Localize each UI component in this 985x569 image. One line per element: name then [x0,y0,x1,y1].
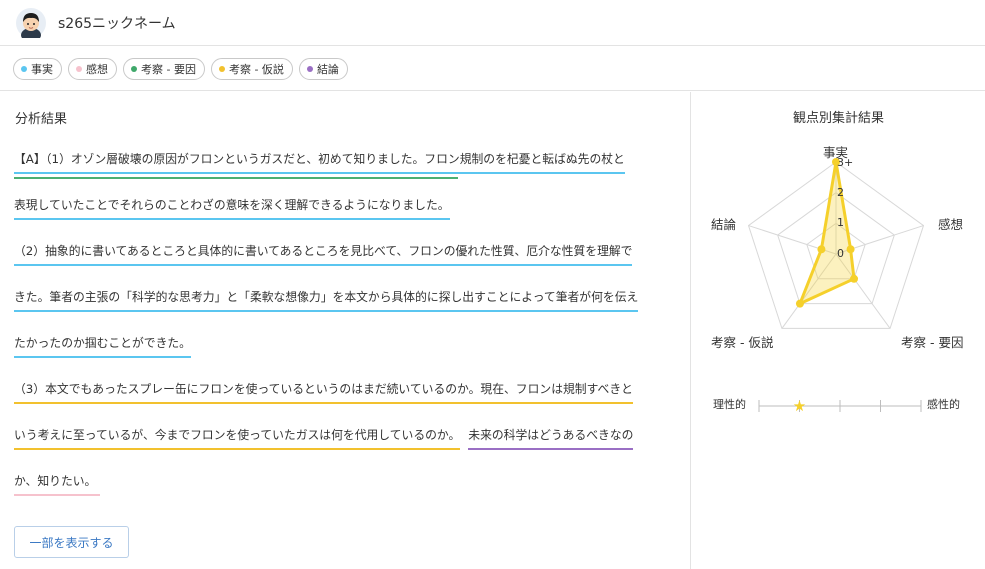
user-nickname: s265ニックネーム [58,15,176,32]
tag-label: 感想 [86,62,108,76]
radar-panel: 観点別集計結果 事実 感想 考察 - 要因 考察 - 仮説 結論 0 1 2 3… [690,92,985,569]
header: s265ニックネーム [0,0,985,46]
text-line: （3）本文でもあったスプレー缶にフロンを使っているというのはまだ続いているのか。… [14,382,633,404]
user-avatar-icon [16,7,46,42]
text-line: いう考えに至っているが、今までフロンを使っていたガスは何を代用しているのか。 未来… [14,428,634,450]
analysis-panel: 分析結果 【A】（1）オゾン層破壊の原因がフロンというガスだと、初めて知りました… [0,92,690,569]
tag-label: 事実 [31,62,53,76]
show-partial-button[interactable]: 一部を表示する [14,526,129,558]
tag-impression[interactable]: 感想 [68,57,117,80]
text-line: 表現していたことでそれらのことわざの意味を深く理解できるようになりました。 [14,198,450,220]
tag-consideration-hypothesis[interactable]: 考察 - 仮説 [210,57,293,80]
tag-fact[interactable]: 事実 [13,57,62,80]
hypothesis-segment: いう考えに至っているが、今までフロンを使っていたガスは何を代用しているのか。 [14,428,461,450]
conclusion-segment: 未来の科学はどうあるべきなの [468,428,634,450]
text-line: （2）抽象的に書いてあるところと具体的に書いてあるところを見比べて、フロンの優れ… [14,244,633,266]
hypothesis-dot-icon [218,65,225,72]
tag-label: 結論 [316,62,339,76]
fact-dot-icon [21,65,27,72]
tag-label: 考察 - 仮説 [228,62,284,76]
impression-dot-icon [76,65,82,72]
fact-segment: 表現していたことでそれらのことわざの意味を深く理解できるようになりました。 [14,198,450,220]
cause-dot-icon [131,65,137,72]
fact-segment: （2）抽象的に書いてあるところと具体的に書いてあるところを見比べて、フロンの優れ… [14,244,633,266]
text-line: きた。筆者の主張の「科学的な思考力」と「柔軟な想像力」を本文から具体的に探し出す… [14,290,639,312]
impression-underline [14,494,100,496]
tag-consideration-cause[interactable]: 考察 - 要因 [123,57,205,80]
cause-underline [14,177,458,179]
tag-conclusion[interactable]: 結論 [298,57,348,80]
avatar[interactable] [16,7,46,42]
text-line: 【A】（1）オゾン層破壊の原因がフロンというガスだと、初めて知りました。フロン規… [14,152,625,174]
text-line: か、知りたい。 [14,474,97,496]
rationality-scale: ★ [758,397,922,415]
analysis-title: 分析結果 [15,112,68,127]
fact-segment: 【A】（1）オゾン層破壊の原因がフロンというガスだと、初めて知りました。フロン規… [14,152,625,174]
fact-segment: たかったのか掴むことができた。 [14,336,191,358]
fact-segment: きた。筆者の主張の「科学的な思考力」と「柔軟な想像力」を本文から具体的に探し出す… [14,290,639,312]
text-line: たかったのか掴むことができた。 [14,336,191,358]
conclusion-segment: か、知りたい。 [14,474,97,496]
hypothesis-segment: （3）本文でもあったスプレー缶にフロンを使っているというのはまだ続いているのか。… [14,382,633,404]
conclusion-dot-icon [306,65,313,72]
tag-filter-bar: 事実 感想 考察 - 要因 考察 - 仮説 結論 [0,47,985,91]
tag-label: 考察 - 要因 [141,62,196,76]
star-marker-icon: ★ [793,397,806,415]
